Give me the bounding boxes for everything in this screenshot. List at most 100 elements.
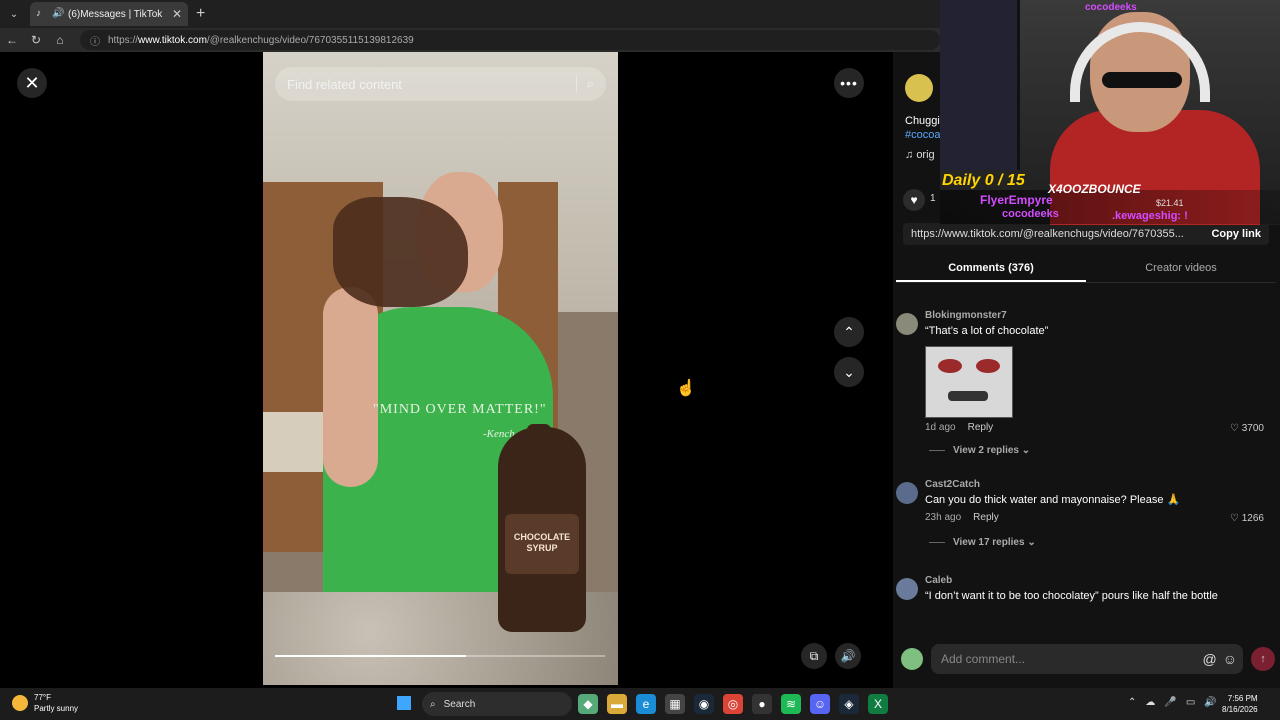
previous-video-button[interactable]: ⌃ — [834, 317, 864, 347]
creator-avatar[interactable] — [905, 74, 933, 102]
commenter-avatar[interactable] — [896, 578, 918, 600]
tab-title: (6)Messages | TikTok — [68, 8, 163, 20]
chat-icon[interactable]: ▭ — [1186, 697, 1195, 708]
overlay-sub-2: cocodeeks — [1002, 208, 1059, 220]
close-video-button[interactable]: ✕ — [17, 68, 47, 98]
more-options-button[interactable]: ••• — [834, 68, 864, 98]
comment-list[interactable]: Blokingmonster7 “That’s a lot of chocola… — [893, 307, 1280, 627]
copilot-icon[interactable]: ◆ — [578, 694, 598, 714]
view-replies-button[interactable]: View 17 replies ⌄ — [929, 537, 1036, 548]
overlay-monitor — [940, 0, 1020, 170]
commenter-username[interactable]: Cast2Catch — [925, 479, 980, 490]
overlay-amount: $21.41 — [1156, 198, 1184, 208]
commenter-avatar[interactable] — [896, 482, 918, 504]
url-field[interactable]: ⓘ https://www.tiktok.com/@realkenchugs/v… — [80, 30, 940, 50]
comment-text: Can you do thick water and mayonnaise? P… — [925, 494, 1181, 506]
sticker-eye-left — [938, 359, 962, 373]
overlay-headset — [1070, 22, 1210, 102]
overlay-daily-goal: Daily 0 / 15 — [942, 172, 1025, 189]
add-comment-input[interactable]: Add comment... @ ☺ — [931, 644, 1243, 674]
back-button[interactable]: ← — [0, 33, 24, 47]
url-path: /@realkenchugs/video/7670355115139812639 — [206, 34, 414, 46]
commenter-username[interactable]: Caleb — [925, 575, 952, 586]
edge-icon[interactable]: e — [636, 694, 656, 714]
excel-icon[interactable]: X — [868, 694, 888, 714]
comment-item: Cast2Catch Can you do thick water and ma… — [896, 479, 1276, 569]
taskbar-apps: ◆ ▬ e ▦ ◉ ◎ ● ≋ ☺ ◈ X — [578, 694, 897, 714]
comment-meta: 1d ago Reply — [925, 422, 993, 433]
comment-likes[interactable]: ♡ 1266 — [1230, 513, 1264, 524]
overlay-top-name: cocodeeks — [1085, 2, 1137, 13]
taskbar-search[interactable]: ⌕ Search — [422, 692, 572, 716]
floating-player-icon[interactable]: ⧉ — [801, 643, 827, 669]
add-comment-placeholder: Add comment... — [941, 652, 1026, 666]
taskbar-search-label: Search — [443, 698, 476, 710]
comment-item: Caleb “I don’t want it to be too chocola… — [896, 575, 1276, 625]
video-progress-bar[interactable] — [275, 655, 605, 657]
video-chocolate-jar — [333, 197, 468, 307]
emoji-icon[interactable]: ☺ — [1223, 651, 1237, 667]
chrome-icon[interactable]: ◎ — [723, 694, 743, 714]
volume-tray-icon[interactable]: 🔊 — [1204, 697, 1216, 708]
steam-alt-icon[interactable]: ◈ — [839, 694, 859, 714]
chevron-up-icon[interactable]: ⌃ — [1128, 697, 1136, 708]
refresh-button[interactable]: ↻ — [24, 33, 48, 47]
browser-tab-tiktok[interactable]: ♪ 🔊 (6)Messages | TikTok ✕ — [30, 2, 188, 26]
home-button[interactable]: ⌂ — [48, 33, 72, 47]
post-comment-button[interactable]: ↑ — [1251, 647, 1275, 671]
windows-taskbar: 77°F Partly sunny ⌕ Search ◆ ▬ e ▦ ◉ ◎ ● … — [0, 688, 1280, 720]
comment-text: “I don’t want it to be too chocolatey” p… — [925, 590, 1218, 602]
commenter-avatar[interactable] — [896, 313, 918, 335]
comment-like-count: 1266 — [1241, 513, 1264, 524]
comment-likes[interactable]: ♡ 3700 — [1230, 423, 1264, 434]
add-comment-bar: Add comment... @ ☺ ↑ — [893, 639, 1280, 679]
new-tab-button[interactable]: + — [196, 5, 205, 23]
video-description: Chuggi — [905, 115, 940, 127]
video-stage: ✕ "MIND OVER MATTER!" -Kench CHOCOLATE S… — [0, 52, 893, 688]
comment-sticker-image[interactable] — [925, 346, 1013, 418]
like-button[interactable]: ♥ — [903, 189, 925, 211]
overlay-sub-3: .kewageshig: ! — [1112, 210, 1188, 222]
copy-link-button[interactable]: Copy link — [1211, 228, 1261, 240]
mention-icon[interactable]: @ — [1202, 651, 1216, 667]
volume-icon[interactable]: 🔊 — [835, 643, 861, 669]
store-icon[interactable]: ▦ — [665, 694, 685, 714]
tab-close-icon[interactable]: ✕ — [172, 7, 182, 21]
site-info-icon[interactable]: ⓘ — [90, 33, 100, 48]
chevron-down-icon: ⌄ — [1021, 445, 1031, 456]
video-progress-fill — [275, 655, 467, 657]
next-video-button[interactable]: ⌄ — [834, 357, 864, 387]
tab-actions-menu-icon[interactable]: ⌄ — [4, 4, 24, 24]
tab-creator-videos[interactable]: Creator videos — [1086, 257, 1276, 282]
url-prefix: https:// — [108, 34, 139, 46]
search-icon[interactable]: ⌕ — [587, 76, 594, 92]
commenter-username[interactable]: Blokingmonster7 — [925, 310, 1007, 321]
video-music[interactable]: ♫ orig — [905, 149, 935, 161]
steam-icon[interactable]: ◉ — [694, 694, 714, 714]
related-content-search[interactable]: Find related content ⌕ — [275, 67, 606, 101]
taskbar-clock[interactable]: 7:56 PM 8/16/2026 — [1222, 693, 1258, 715]
like-count: 1 — [930, 193, 936, 204]
discord-icon[interactable]: ☺ — [810, 694, 830, 714]
cloud-icon[interactable]: ☁ — [1145, 697, 1155, 708]
file-explorer-icon[interactable]: ▬ — [607, 694, 627, 714]
panel-tabs: Comments (376) Creator videos — [896, 257, 1276, 283]
reply-button[interactable]: Reply — [968, 422, 994, 433]
spotify-icon[interactable]: ≋ — [781, 694, 801, 714]
replies-line — [929, 541, 945, 543]
overlay-sub-1: FlyerEmpyre — [980, 193, 1053, 207]
weather-widget[interactable]: 77°F Partly sunny — [12, 692, 78, 714]
share-link-url: https://www.tiktok.com/@realkenchugs/vid… — [911, 228, 1184, 240]
video-player[interactable]: "MIND OVER MATTER!" -Kench CHOCOLATE SYR… — [263, 52, 618, 685]
video-hashtag[interactable]: #cocoa — [905, 129, 940, 141]
tab-comments[interactable]: Comments (376) — [896, 257, 1086, 282]
obs-icon[interactable]: ● — [752, 694, 772, 714]
replies-line — [929, 449, 945, 451]
view-replies-button[interactable]: View 2 replies ⌄ — [929, 445, 1030, 456]
mic-icon[interactable]: 🎤 — [1164, 697, 1176, 708]
search-placeholder: Find related content — [287, 76, 402, 92]
windows-start-icon[interactable] — [397, 696, 411, 710]
reply-button[interactable]: Reply — [973, 512, 999, 523]
clock-time: 7:56 PM — [1227, 694, 1258, 703]
audio-playing-icon[interactable]: 🔊 — [52, 8, 64, 20]
